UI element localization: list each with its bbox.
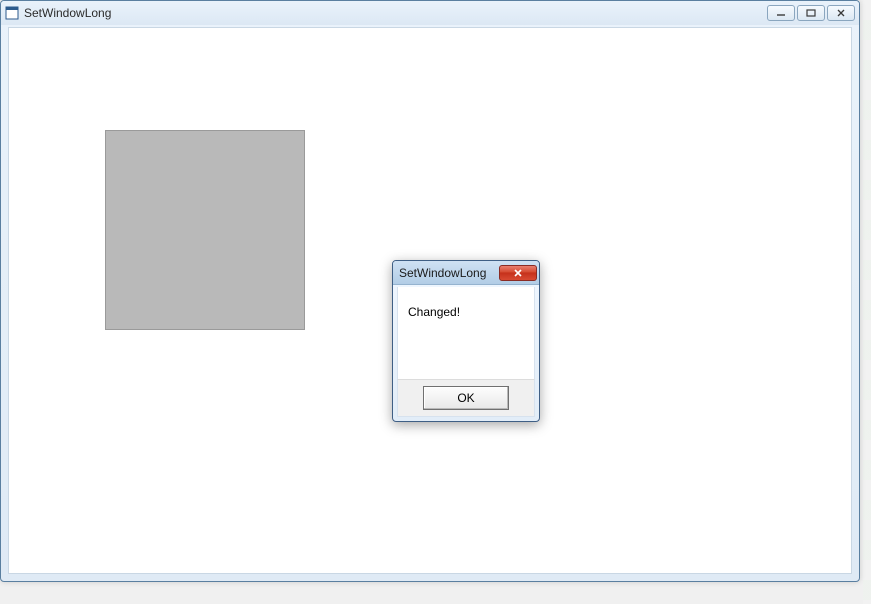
message-box-text: Changed!	[408, 305, 460, 319]
ok-button-label: OK	[457, 391, 474, 405]
message-box-footer: OK	[397, 379, 535, 417]
maximize-button[interactable]	[797, 5, 825, 21]
ok-button[interactable]: OK	[423, 386, 509, 410]
message-box: SetWindowLong Changed! OK	[392, 260, 540, 422]
message-box-title: SetWindowLong	[399, 266, 499, 280]
main-window: SetWindowLong SetWindowLong	[0, 0, 860, 582]
main-titlebar[interactable]: SetWindowLong	[1, 1, 859, 25]
minimize-button[interactable]	[767, 5, 795, 21]
message-box-close-button[interactable]	[499, 265, 537, 281]
message-box-titlebar[interactable]: SetWindowLong	[393, 261, 539, 285]
window-controls	[767, 5, 855, 21]
message-box-body: Changed!	[397, 287, 535, 379]
main-window-title: SetWindowLong	[24, 6, 111, 20]
close-button[interactable]	[827, 5, 855, 21]
client-area: SetWindowLong Changed! OK	[8, 27, 852, 574]
app-icon	[5, 6, 19, 20]
child-panel	[105, 130, 305, 330]
background-editor-hint	[863, 0, 871, 604]
